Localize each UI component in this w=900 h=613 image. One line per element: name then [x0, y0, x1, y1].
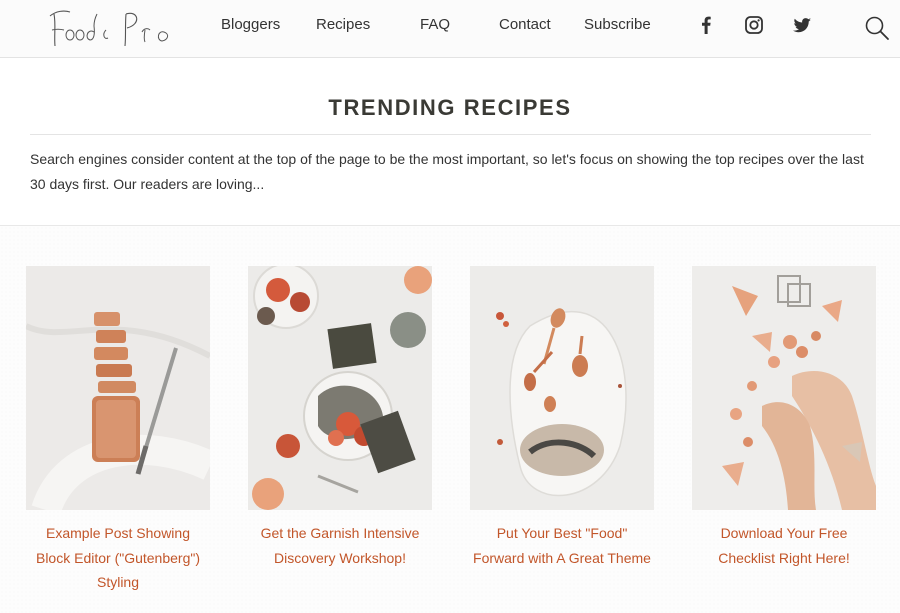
recipe-title[interactable]: Put Your Best "Food" Forward with A Grea…	[470, 521, 654, 570]
nav-subscribe[interactable]: Subscribe	[584, 16, 651, 33]
recipe-title[interactable]: Example Post Showing Block Editor ("Gute…	[26, 521, 210, 595]
twitter-icon[interactable]	[791, 14, 813, 36]
recipe-card[interactable]: Put Your Best "Food" Forward with A Grea…	[470, 266, 654, 570]
nav-contact[interactable]: Contact	[499, 16, 551, 33]
recipe-title[interactable]: Get the Garnish Intensive Discovery Work…	[248, 521, 432, 570]
facebook-icon[interactable]	[695, 14, 717, 36]
recipe-image-figs[interactable]	[248, 266, 432, 510]
site-logo[interactable]	[46, 2, 176, 52]
trending-section: TRENDING RECIPES Search engines consider…	[0, 59, 900, 225]
nav-recipes[interactable]: Recipes	[316, 16, 370, 33]
trending-title: TRENDING RECIPES	[328, 95, 572, 120]
recipe-grid: Example Post Showing Block Editor ("Gute…	[0, 226, 900, 613]
recipe-image-spoons[interactable]	[470, 266, 654, 510]
nav-bloggers[interactable]: Bloggers	[221, 16, 280, 33]
recipe-image-hands[interactable]	[692, 266, 876, 510]
instagram-icon[interactable]	[743, 14, 765, 36]
recipe-title[interactable]: Download Your Free Checklist Right Here!	[692, 521, 876, 570]
search-icon[interactable]	[864, 15, 890, 41]
trending-description: Search engines consider content at the t…	[30, 151, 864, 192]
recipe-card[interactable]: Get the Garnish Intensive Discovery Work…	[248, 266, 432, 570]
title-divider	[30, 134, 871, 135]
recipe-image-bread[interactable]	[26, 266, 210, 510]
site-header: Bloggers Recipes FAQ Contact Subscribe	[0, 0, 900, 58]
nav-faq[interactable]: FAQ	[420, 16, 450, 33]
recipe-card[interactable]: Example Post Showing Block Editor ("Gute…	[26, 266, 210, 595]
recipe-card[interactable]: Download Your Free Checklist Right Here!	[692, 266, 876, 570]
